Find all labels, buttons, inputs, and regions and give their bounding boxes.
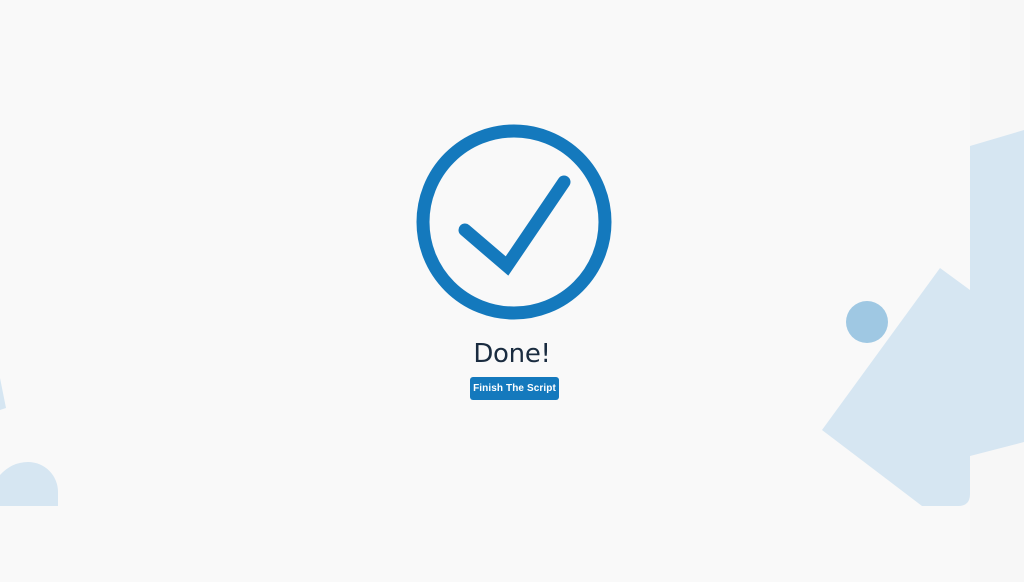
check-circle-icon xyxy=(414,122,614,322)
finish-script-button[interactable]: Finish The Script xyxy=(470,377,559,400)
completion-content: Done! Finish The Script xyxy=(0,0,1024,582)
page-title: Done! xyxy=(473,339,551,369)
completion-screen: Done! Finish The Script xyxy=(0,0,1024,582)
